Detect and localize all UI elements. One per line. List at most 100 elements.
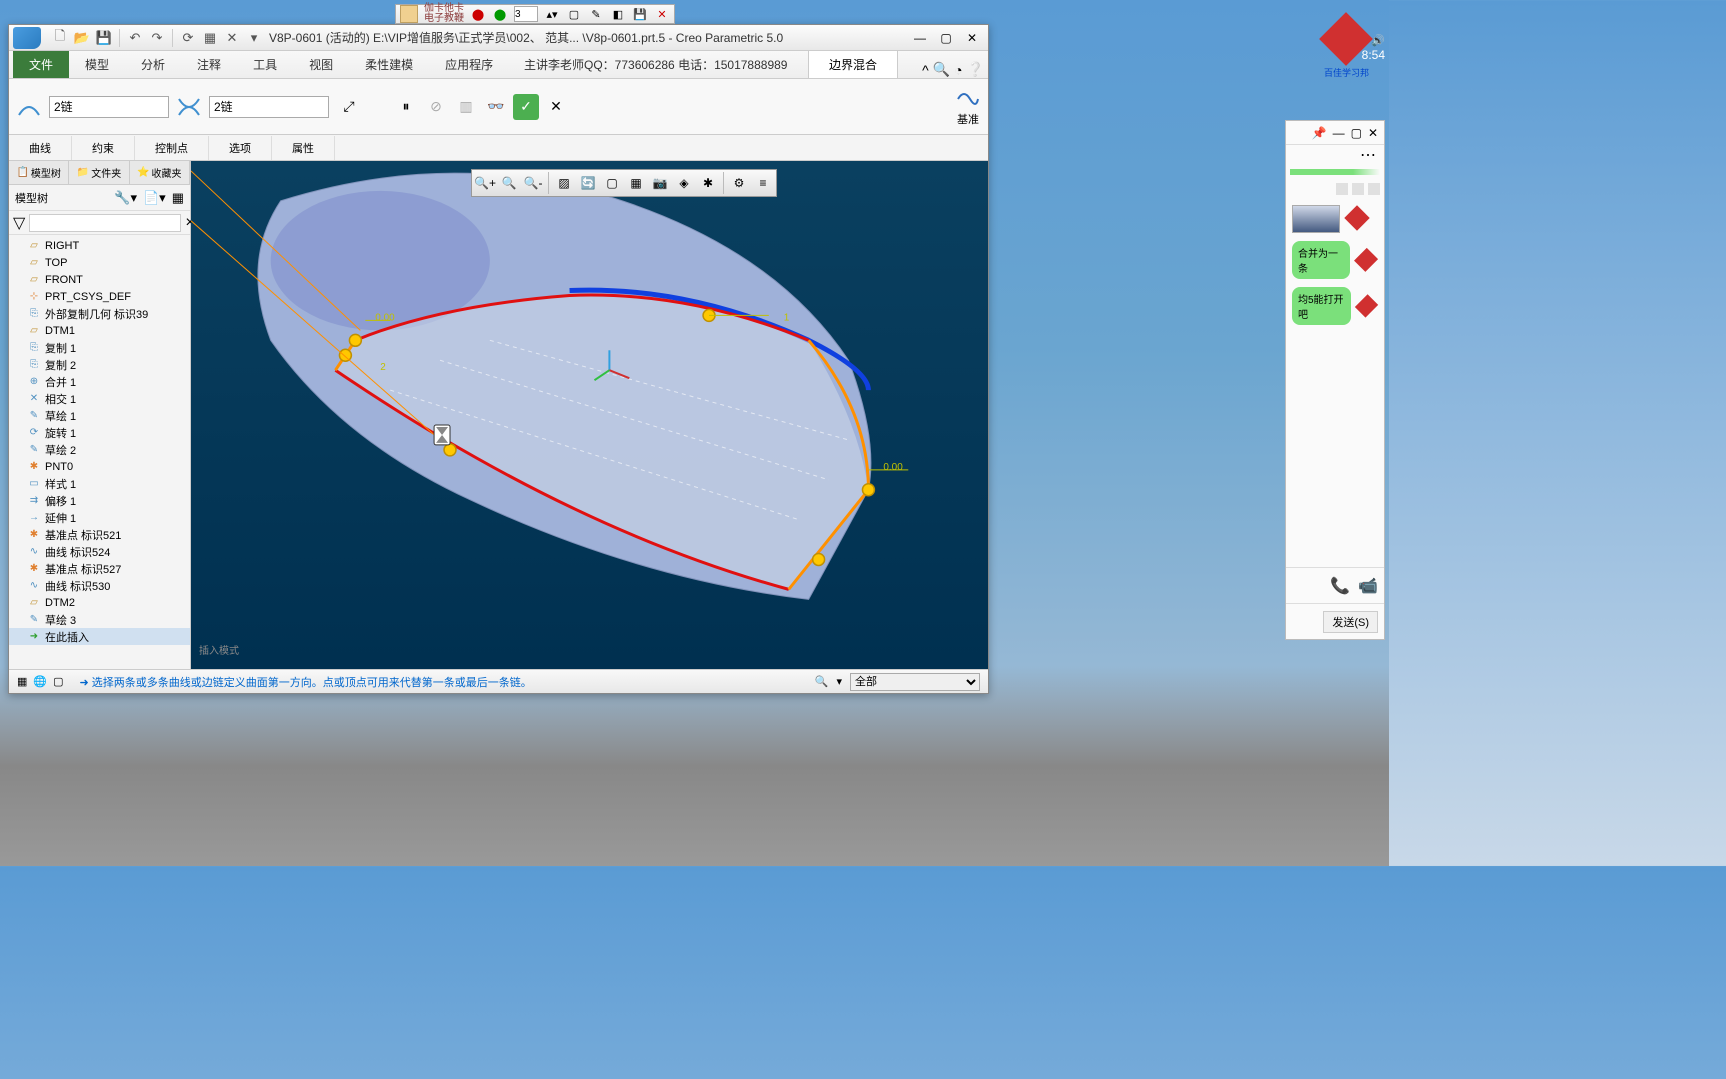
status-icon-3[interactable]: ▢ <box>53 675 63 688</box>
minimize-button[interactable]: — <box>908 28 932 48</box>
section-icon[interactable]: ▥ <box>453 94 479 120</box>
tree-item[interactable]: ▱DTM2 <box>9 594 190 611</box>
spin-icon[interactable]: 🔄 <box>577 172 599 194</box>
collapse-icon[interactable]: ^ <box>922 62 929 78</box>
tree-list[interactable]: ▱RIGHT▱TOP▱FRONT⊹PRT_CSYS_DEF⎘外部复制几何 标识3… <box>9 235 190 669</box>
chat-call-icon[interactable]: 📞 <box>1330 576 1350 596</box>
chain2-input[interactable] <box>209 96 329 118</box>
tree-item[interactable]: ▱DTM1 <box>9 322 190 339</box>
chat-min-icon[interactable]: — <box>1333 126 1345 140</box>
tree-item[interactable]: ▱TOP <box>9 254 190 271</box>
undo-icon[interactable]: ↶ <box>125 28 145 48</box>
tree-item[interactable]: ⎘外部复制几何 标识39 <box>9 305 190 322</box>
cancel-button[interactable]: ✕ <box>543 94 569 120</box>
new-icon[interactable]: 🗋 <box>50 28 70 48</box>
tree-show-icon[interactable]: 📄▾ <box>143 190 166 206</box>
maximize-button[interactable]: ▢ <box>934 28 958 48</box>
tree-settings-icon[interactable]: 🔧▾ <box>114 190 137 206</box>
help-icon[interactable]: ❔ <box>967 61 984 78</box>
pencil-icon[interactable]: ✎ <box>588 6 604 22</box>
filter-icon[interactable]: ▽ <box>13 213 25 233</box>
chain1-input[interactable] <box>49 96 169 118</box>
perspective-icon[interactable]: ◈ <box>673 172 695 194</box>
tree-item[interactable]: ⟳旋转 1 <box>9 424 190 441</box>
speaker-icon[interactable]: 🔊 <box>1371 34 1385 47</box>
tab-flex[interactable]: 柔性建模 <box>349 51 429 78</box>
viewport-3d[interactable]: 🔍+ 🔍 🔍- ▨ 🔄 ▢ ▦ 📷 ◈ ✱ ⚙ ≡ <box>191 161 988 669</box>
regen-icon[interactable]: ⟳ <box>178 28 198 48</box>
tree-item[interactable]: ✱基准点 标识527 <box>9 560 190 577</box>
ok-button[interactable]: ✓ <box>513 94 539 120</box>
save-qat-icon[interactable]: 💾 <box>94 28 114 48</box>
pin-icon[interactable]: 📌 <box>1312 126 1327 140</box>
app-logo[interactable] <box>13 27 41 49</box>
zoom-fit-icon[interactable]: 🔍 <box>498 172 520 194</box>
tree-tab-model[interactable]: 📋模型树 <box>9 161 69 184</box>
tree-item[interactable]: ✱基准点 标识521 <box>9 526 190 543</box>
saved-views-icon[interactable]: ▦ <box>625 172 647 194</box>
close-window-icon[interactable]: ✕ <box>222 28 242 48</box>
tree-item[interactable]: ⊹PRT_CSYS_DEF <box>9 288 190 305</box>
tree-item[interactable]: ✎草绘 2 <box>9 441 190 458</box>
status-icon-1[interactable]: ▦ <box>17 675 27 688</box>
annotation-display-icon[interactable]: ⚙ <box>728 172 750 194</box>
more-icon[interactable]: ▾ <box>244 28 264 48</box>
tree-item[interactable]: ∿曲线 标识524 <box>9 543 190 560</box>
tree-item[interactable]: ➜在此插入 <box>9 628 190 645</box>
camera-icon[interactable]: 📷 <box>649 172 671 194</box>
tree-item[interactable]: ▱RIGHT <box>9 237 190 254</box>
tree-item[interactable]: ⇉偏移 1 <box>9 492 190 509</box>
tab-annotate[interactable]: 注释 <box>181 51 237 78</box>
chat-close-icon[interactable]: ✕ <box>1368 126 1378 140</box>
status-icon-2[interactable]: 🌐 <box>33 675 47 688</box>
tree-item[interactable]: ▭样式 1 <box>9 475 190 492</box>
tree-item[interactable]: ⊕合并 1 <box>9 373 190 390</box>
tree-item[interactable]: ∿曲线 标识530 <box>9 577 190 594</box>
redo-icon[interactable]: ↷ <box>147 28 167 48</box>
close-icon[interactable]: ✕ <box>654 6 670 22</box>
sub-tab-control-points[interactable]: 控制点 <box>135 136 209 160</box>
tree-item[interactable]: ▱FRONT <box>9 271 190 288</box>
chat-thumbnail-1[interactable] <box>1292 205 1340 233</box>
glasses-icon[interactable]: 👓 <box>483 94 509 120</box>
selection-filter[interactable]: 全部 <box>850 673 980 691</box>
sub-tab-properties[interactable]: 属性 <box>272 136 335 160</box>
tab-view[interactable]: 视图 <box>293 51 349 78</box>
tab-model[interactable]: 模型 <box>69 51 125 78</box>
pause-icon[interactable]: ⏸ <box>393 94 419 120</box>
tree-item[interactable]: ✕相交 1 <box>9 390 190 407</box>
tree-columns-icon[interactable]: ▦ <box>172 190 184 206</box>
geom-filter-icon[interactable]: ▾ <box>836 675 842 688</box>
tree-item[interactable]: ✱PNT0 <box>9 458 190 475</box>
tab-file[interactable]: 文件 <box>13 51 69 78</box>
settings-icon[interactable]: ◔ <box>954 62 962 78</box>
tree-item[interactable]: →延伸 1 <box>9 509 190 526</box>
tab-apps[interactable]: 应用程序 <box>429 51 509 78</box>
layers-icon[interactable]: ≡ <box>752 172 774 194</box>
tab-tools[interactable]: 工具 <box>237 51 293 78</box>
zoom-out-icon[interactable]: 🔍- <box>522 172 544 194</box>
swap-icon[interactable]: ⤢ <box>337 95 361 119</box>
tree-item[interactable]: ✎草绘 1 <box>9 407 190 424</box>
tree-item[interactable]: ⎘复制 2 <box>9 356 190 373</box>
open-icon[interactable]: 📂 <box>72 28 92 48</box>
record-icon[interactable]: ⬤ <box>470 6 486 22</box>
save-icon[interactable]: 💾 <box>632 6 648 22</box>
display-style-icon[interactable]: ▢ <box>601 172 623 194</box>
zoom-in-icon[interactable]: 🔍+ <box>474 172 496 194</box>
sub-tab-curves[interactable]: 曲线 <box>9 136 72 160</box>
sub-tab-constraints[interactable]: 约束 <box>72 136 135 160</box>
windows-icon[interactable]: ▦ <box>200 28 220 48</box>
datum-button[interactable]: 基准 <box>956 87 980 127</box>
play-icon[interactable]: ⬤ <box>492 6 508 22</box>
chat-video-icon[interactable]: 📹 <box>1358 576 1378 596</box>
eraser-icon[interactable]: ◧ <box>610 6 626 22</box>
tree-filter-input[interactable] <box>29 214 181 232</box>
search-icon[interactable]: 🔍 <box>933 61 950 78</box>
sub-tab-options[interactable]: 选项 <box>209 136 272 160</box>
spinner-up[interactable]: ▴▾ <box>544 6 560 22</box>
chat-max-icon[interactable]: ▢ <box>1351 126 1362 140</box>
tree-tab-fav[interactable]: ⭐收藏夹 <box>130 161 190 184</box>
send-button[interactable]: 发送(S) <box>1323 611 1378 633</box>
datum-display-icon[interactable]: ✱ <box>697 172 719 194</box>
